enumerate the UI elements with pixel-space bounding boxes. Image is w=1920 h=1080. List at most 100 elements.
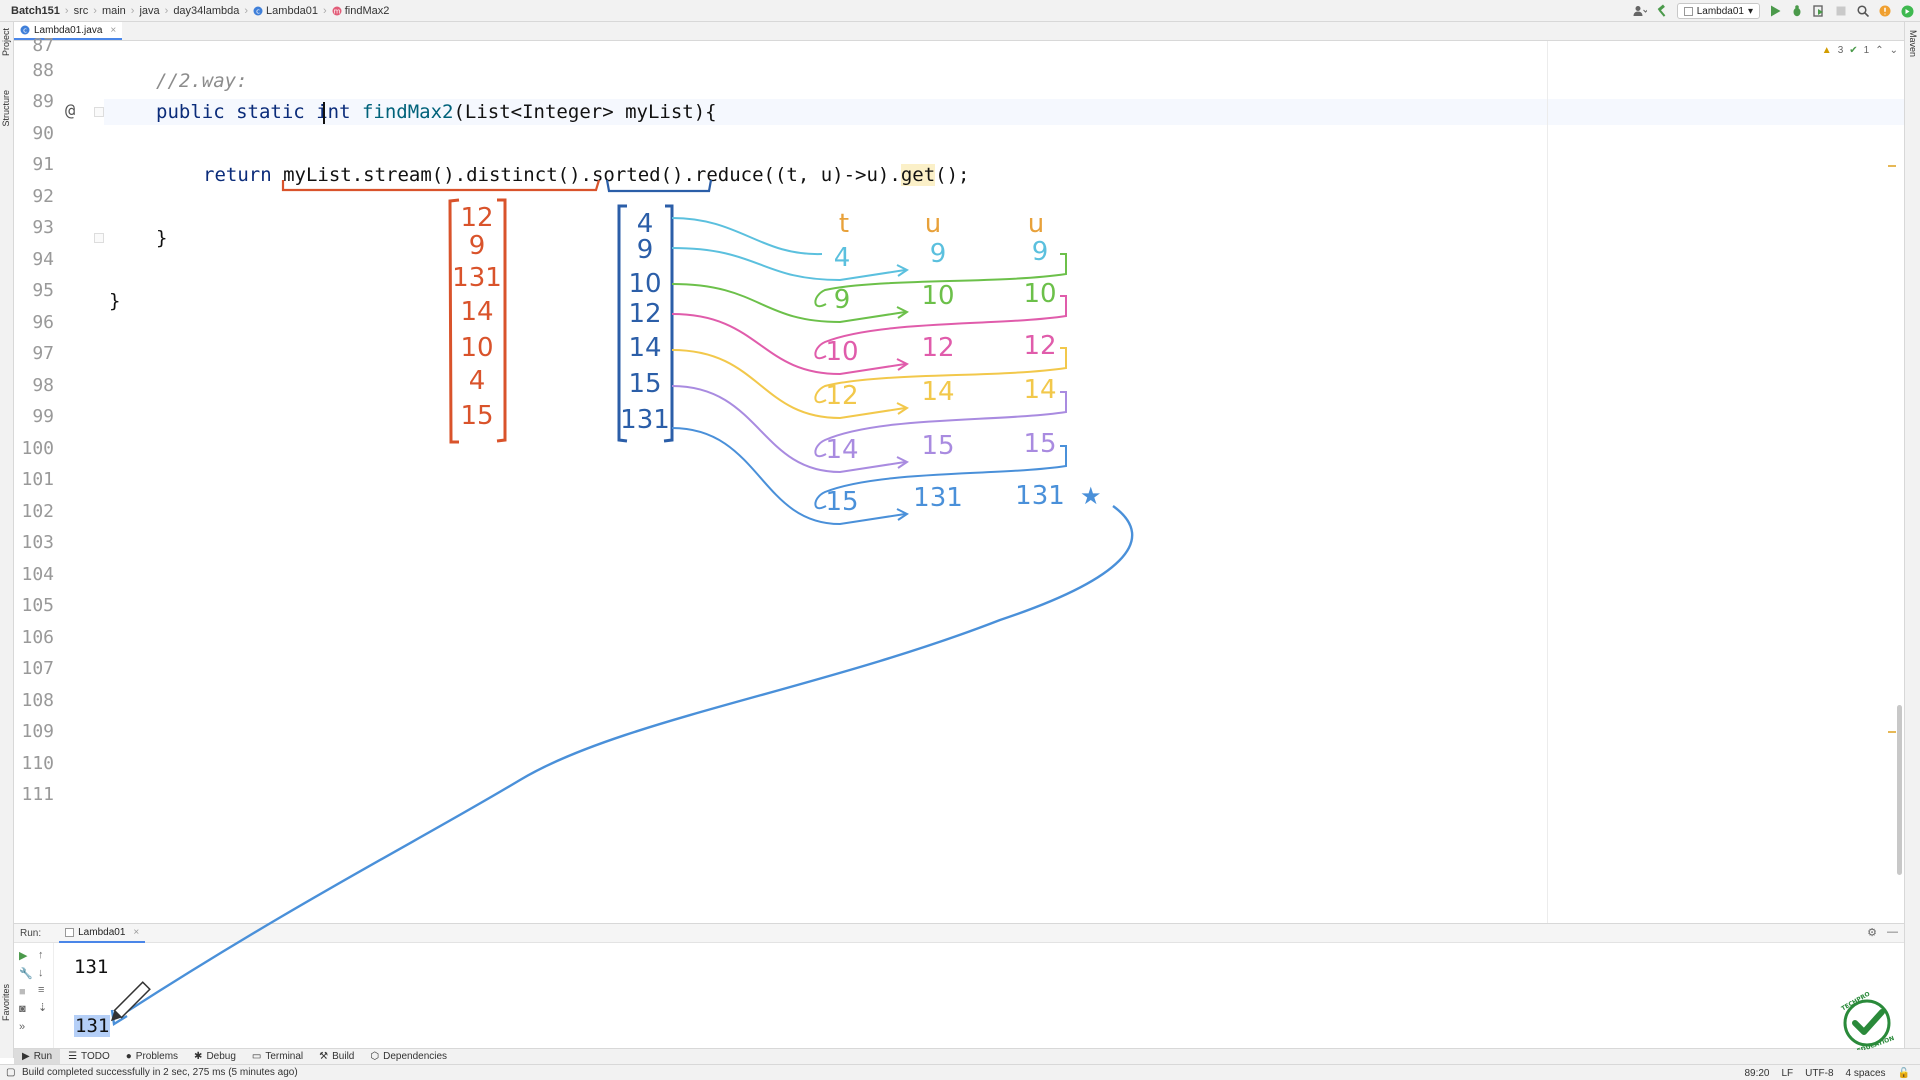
tool-tab-problems[interactable]: ● Problems xyxy=(118,1049,186,1065)
scroll-to-end-icon[interactable]: ⇣ xyxy=(38,1001,47,1014)
stream-chain: myList.stream().distinct().sorted().redu… xyxy=(283,164,901,186)
more-icon[interactable]: » xyxy=(19,1021,25,1033)
class-icon: c xyxy=(253,6,263,15)
warning-icon: ▲ xyxy=(1821,45,1832,56)
tool-tab-problems-label: Problems xyxy=(135,1051,179,1062)
tool-tab-debug-label: Debug xyxy=(206,1051,236,1062)
run-icon[interactable] xyxy=(1768,4,1782,18)
run-configuration-select[interactable]: Lambda01 ▾ xyxy=(1676,3,1760,19)
terminal-icon: ▭ xyxy=(251,1051,262,1062)
file-encoding[interactable]: UTF-8 xyxy=(1805,1068,1833,1079)
stop-icon[interactable]: ■ xyxy=(19,986,26,998)
breadcrumb-method-label: findMax2 xyxy=(344,4,390,17)
minimize-icon[interactable]: — xyxy=(1887,926,1898,939)
search-icon[interactable] xyxy=(1856,4,1870,18)
code-comment: //2.way: xyxy=(156,70,248,92)
lock-icon[interactable]: 🔓 xyxy=(1898,1068,1910,1079)
method-icon: m xyxy=(332,6,342,15)
bottom-tool-tabs: ▶ Run ☰ TODO ● Problems ✱ Debug ▭ Terminal ⚒ B… xyxy=(14,1048,1920,1065)
tool-tab-todo[interactable]: ☰ TODO xyxy=(60,1049,118,1065)
get-call: get xyxy=(900,164,936,186)
breadcrumb-separator: › xyxy=(64,4,69,17)
soft-wrap-icon[interactable]: ≡ xyxy=(38,984,44,996)
close-icon[interactable]: × xyxy=(110,25,116,36)
class-close-brace: } xyxy=(109,290,121,312)
check-icon: ✔ xyxy=(1849,45,1858,56)
chevron-up-icon[interactable]: ⌃ xyxy=(1875,45,1883,56)
tool-tab-debug[interactable]: ✱ Debug xyxy=(186,1049,244,1065)
breadcrumb-class-label: Lambda01 xyxy=(266,4,319,17)
breadcrumb-separator: › xyxy=(130,4,135,17)
arrow-up-icon[interactable]: ↑ xyxy=(38,949,44,961)
svg-text:c: c xyxy=(256,7,260,15)
run-header-actions: ⚙ — xyxy=(1867,926,1898,939)
run-with-coverage-icon[interactable] xyxy=(1812,4,1826,18)
tool-tab-run[interactable]: ▶ Run xyxy=(14,1048,61,1065)
console-output-line: 131 xyxy=(74,956,109,978)
ide-logo-icon[interactable] xyxy=(1900,4,1914,18)
rerun-icon[interactable]: ▶ xyxy=(19,949,27,962)
run-header: Run: Lambda01 × ⚙ — xyxy=(14,924,1904,943)
breadcrumb-main[interactable]: main xyxy=(99,5,129,17)
stop-icon[interactable] xyxy=(1834,4,1848,18)
project-tool-tab[interactable]: Project xyxy=(1,28,11,56)
tool-tab-terminal[interactable]: ▭ Terminal xyxy=(244,1049,311,1065)
warning-stripe-mark[interactable] xyxy=(1888,731,1896,733)
tool-tab-dependencies[interactable]: ⬡ Dependencies xyxy=(362,1049,455,1065)
warning-stripe-mark[interactable] xyxy=(1888,165,1896,167)
problems-icon: ● xyxy=(125,1051,132,1062)
method-params: (List<Integer> myList){ xyxy=(453,101,717,123)
editor-tab-label: Lambda01.java xyxy=(34,24,103,36)
run-tab-lambda01[interactable]: Lambda01 × xyxy=(59,924,146,943)
run-configuration-label: Lambda01 xyxy=(1696,5,1744,17)
tool-tab-run-label: Run xyxy=(33,1051,53,1062)
dependencies-icon: ⬡ xyxy=(370,1051,380,1062)
breadcrumb-separator: › xyxy=(244,4,249,17)
status-window-icon[interactable]: ▢ xyxy=(6,1067,15,1078)
debug-icon[interactable] xyxy=(1790,4,1804,18)
breadcrumb-class[interactable]: c Lambda01 xyxy=(250,5,321,17)
line-separator[interactable]: LF xyxy=(1782,1068,1794,1079)
breadcrumb-java[interactable]: java xyxy=(136,5,162,17)
keyword-return: return xyxy=(203,164,272,186)
caret-position[interactable]: 89:20 xyxy=(1744,1068,1769,1079)
tool-tab-todo-label: TODO xyxy=(81,1051,110,1062)
favorites-tool-tab[interactable]: Favorites xyxy=(1,984,11,1021)
left-tool-strip: Project Structure Favorites xyxy=(0,22,14,1058)
arrow-down-icon[interactable]: ↓ xyxy=(38,967,44,979)
hammer-icon: ⚒ xyxy=(319,1051,329,1062)
gear-icon[interactable]: ⚙ xyxy=(1867,926,1877,939)
code-area[interactable]: //2.way: public static int findMax2(List… xyxy=(14,41,1904,923)
indent-setting[interactable]: 4 spaces xyxy=(1846,1068,1886,1079)
warning-count: 3 xyxy=(1837,45,1844,56)
method-name: findMax2 xyxy=(361,101,454,123)
chevron-down-icon[interactable]: ⌄ xyxy=(1890,45,1898,56)
list-icon: ☰ xyxy=(68,1051,78,1062)
maven-tool-tab[interactable]: Maven xyxy=(1908,30,1918,57)
tool-tab-terminal-label: Terminal xyxy=(265,1051,304,1062)
console-output-line-selected[interactable]: 131 xyxy=(74,1015,111,1037)
breadcrumb-package[interactable]: day34lambda xyxy=(170,5,242,17)
vertical-scrollbar[interactable] xyxy=(1897,705,1902,875)
updates-icon[interactable] xyxy=(1878,4,1892,18)
inspection-widget[interactable]: ▲ 3 ✔ 1 ⌃ ⌄ xyxy=(1822,45,1898,56)
tool-tab-build[interactable]: ⚒ Build xyxy=(311,1049,362,1065)
structure-tool-tab[interactable]: Structure xyxy=(1,90,11,127)
close-icon[interactable]: × xyxy=(133,927,139,938)
run-side-toolbar: ▶ ↑ 🔧 ↓ ■ ≡ ◙ ⇣ » xyxy=(14,943,54,1049)
breadcrumb-method[interactable]: m findMax2 xyxy=(329,5,393,17)
breadcrumb-src[interactable]: src xyxy=(71,5,92,17)
user-icon[interactable] xyxy=(1633,4,1647,18)
techpro-education-logo: TECHPRO EDUCATION xyxy=(1840,992,1895,1050)
wrench-icon[interactable]: 🔧 xyxy=(19,967,33,980)
class-icon: c xyxy=(20,25,30,35)
chevron-down-icon: ▾ xyxy=(1747,5,1753,17)
status-message[interactable]: Build completed successfully in 2 sec, 2… xyxy=(0,1067,298,1078)
camera-icon[interactable]: ◙ xyxy=(19,1003,26,1015)
breadcrumb-project[interactable]: Batch151 xyxy=(8,5,63,17)
svg-text:c: c xyxy=(23,27,27,35)
run-label: Run: xyxy=(20,927,42,939)
code-editor[interactable]: 87 88 89 90 91 92 93 94 95 96 97 98 99 1… xyxy=(14,35,1904,923)
java-file-icon xyxy=(65,927,75,937)
build-hammer-icon[interactable] xyxy=(1655,4,1669,18)
